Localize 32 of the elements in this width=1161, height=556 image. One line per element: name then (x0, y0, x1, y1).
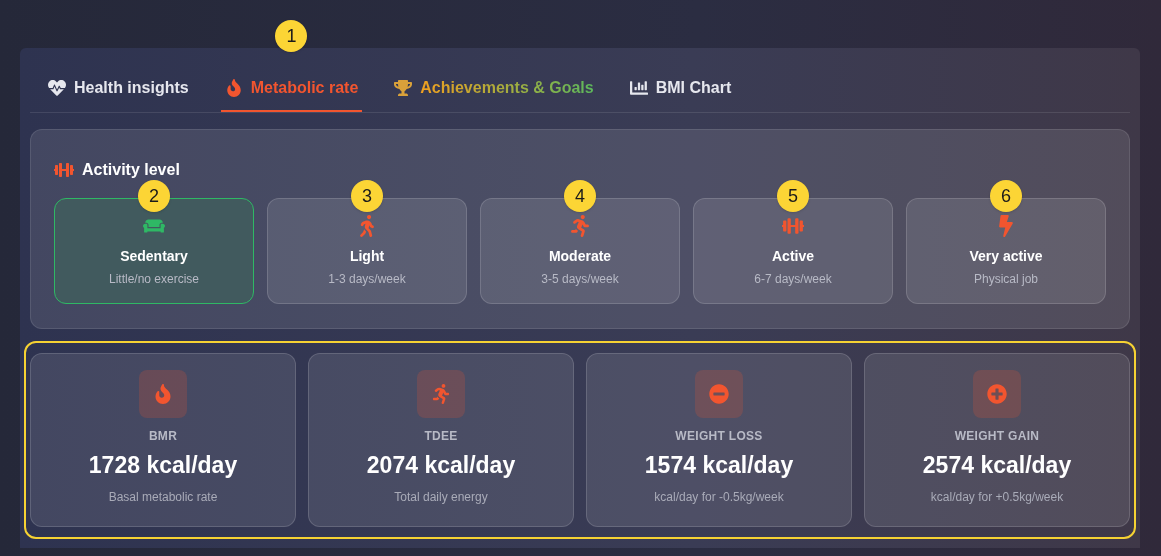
stat-value: 1574 kcal/day (644, 454, 794, 477)
tab[interactable]: Achievements & Goals (390, 70, 598, 112)
marker-pin: 3 (351, 180, 383, 212)
stat-note: Total daily energy (394, 491, 488, 503)
stat-note: kcal/day for +0.5kg/week (930, 491, 1064, 503)
dumbbell-icon (782, 215, 804, 237)
running-person-icon (431, 384, 451, 404)
stat-note: kcal/day for -0.5kg/week (654, 491, 784, 503)
stat-value: 1728 kcal/day (88, 454, 238, 477)
stat-label: WEIGHT GAIN (954, 430, 1040, 442)
stat-value: 2074 kcal/day (366, 454, 516, 477)
stat-label: BMR (148, 430, 178, 442)
marker-pin: 6 (990, 180, 1022, 212)
marker-pin: 2 (138, 180, 170, 212)
dumbbell-icon (54, 160, 74, 180)
flame-icon (153, 384, 173, 404)
stat-label: TDEE (424, 430, 458, 442)
marker-pin: 4 (564, 180, 596, 212)
trophy-icon (394, 79, 413, 97)
tab[interactable]: BMI Chart (625, 70, 736, 112)
stat-value: 2574 kcal/day (922, 454, 1072, 477)
heartbeat-icon (48, 79, 66, 97)
running-person-icon (569, 215, 591, 237)
flame-icon (224, 79, 243, 97)
stat-note: Basal metabolic rate (108, 491, 218, 503)
bar-chart-icon (629, 79, 648, 97)
marker-pin: 1 (275, 20, 308, 52)
tab[interactable]: Metabolic rate (220, 70, 363, 112)
tab[interactable]: Health insights (44, 70, 193, 112)
stat-label: WEIGHT LOSS (675, 430, 763, 442)
marker-pin: 5 (777, 180, 809, 212)
section-title: Activity level (82, 160, 180, 180)
